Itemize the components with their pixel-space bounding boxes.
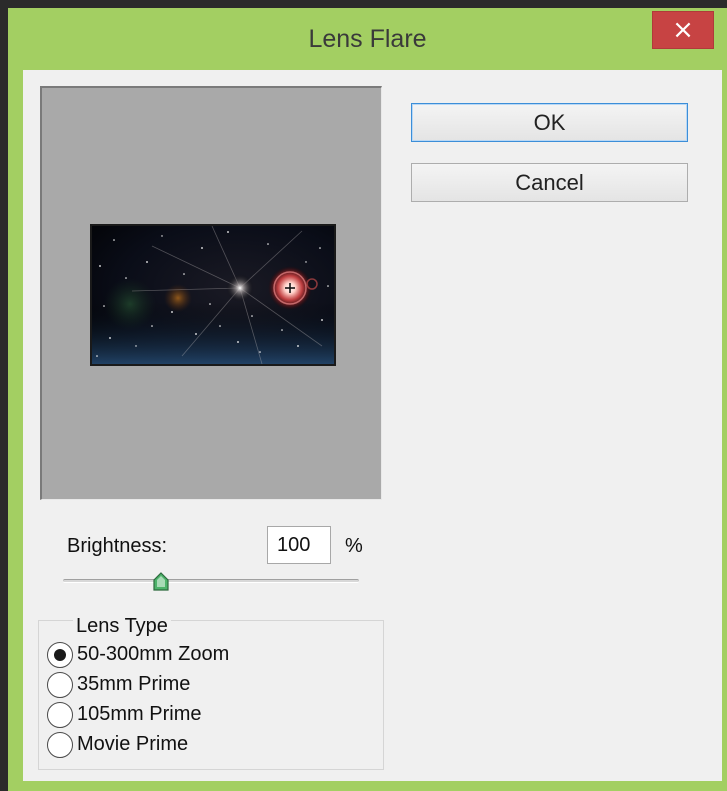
brightness-slider-thumb[interactable] — [152, 572, 170, 592]
radio-label: Movie Prime — [77, 733, 189, 755]
radio-label: 50-300mm Zoom — [77, 643, 230, 665]
radio-button[interactable] — [47, 732, 73, 758]
dialog-client-area: OK Cancel Brightness: 100 % Lens Type 50… — [23, 70, 722, 781]
radio-label: 105mm Prime — [77, 703, 202, 725]
close-button[interactable]: × — [652, 11, 714, 49]
close-icon: × — [672, 15, 694, 45]
brightness-label: Brightness: — [67, 535, 168, 557]
ok-button[interactable]: OK — [411, 103, 688, 142]
flare-preview-svg — [92, 226, 334, 364]
lens-type-legend: Lens Type — [73, 615, 171, 638]
radio-button[interactable] — [47, 642, 73, 668]
lens-flare-dialog: Lens Flare × OK Cancel Brightness: 100 %… — [8, 8, 727, 791]
flare-preview-image[interactable] — [90, 224, 336, 366]
radio-label: 35mm Prime — [77, 673, 191, 695]
window-title: Lens Flare — [308, 25, 427, 53]
percent-unit-label: % — [345, 535, 363, 557]
slider-thumb-icon — [153, 572, 169, 591]
radio-button[interactable] — [47, 702, 73, 728]
radio-button[interactable] — [47, 672, 73, 698]
brightness-slider-track[interactable] — [63, 579, 359, 583]
cancel-button[interactable]: Cancel — [411, 163, 688, 202]
brightness-input[interactable]: 100 — [267, 526, 331, 564]
preview-panel — [40, 86, 382, 500]
